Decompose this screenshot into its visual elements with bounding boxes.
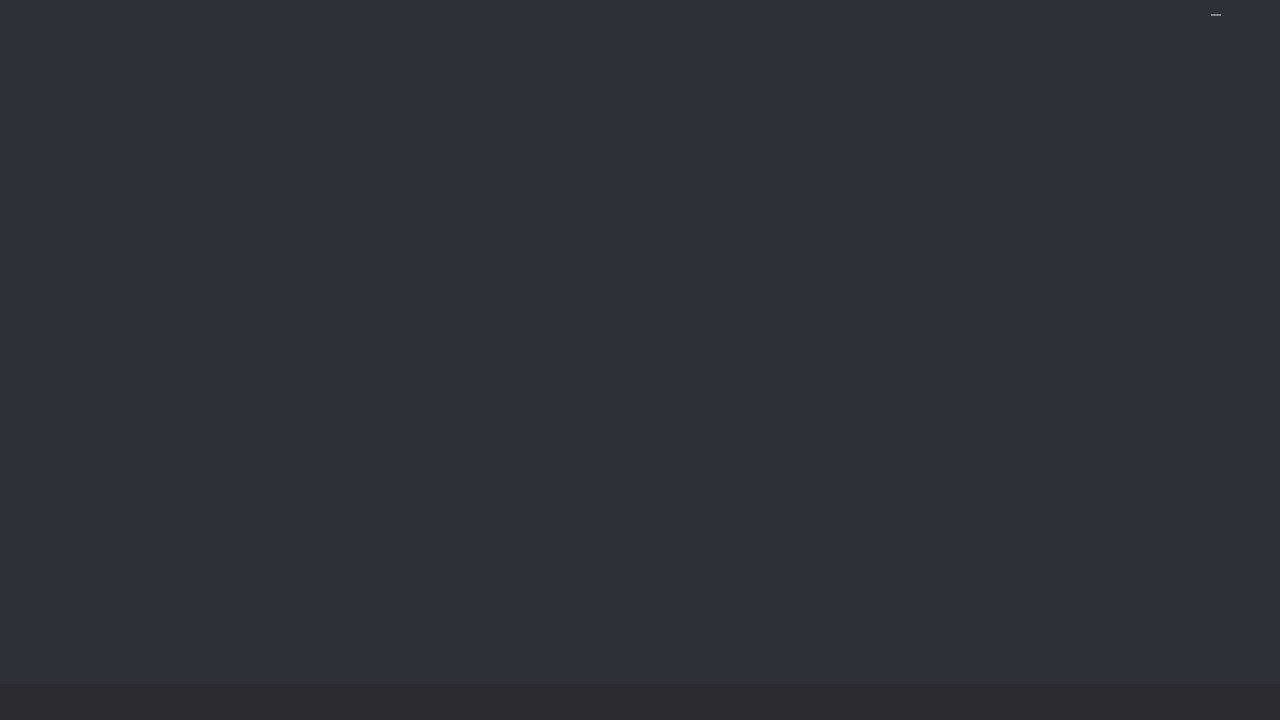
title-bar [0,0,1280,30]
paint3d-window [0,0,1280,684]
